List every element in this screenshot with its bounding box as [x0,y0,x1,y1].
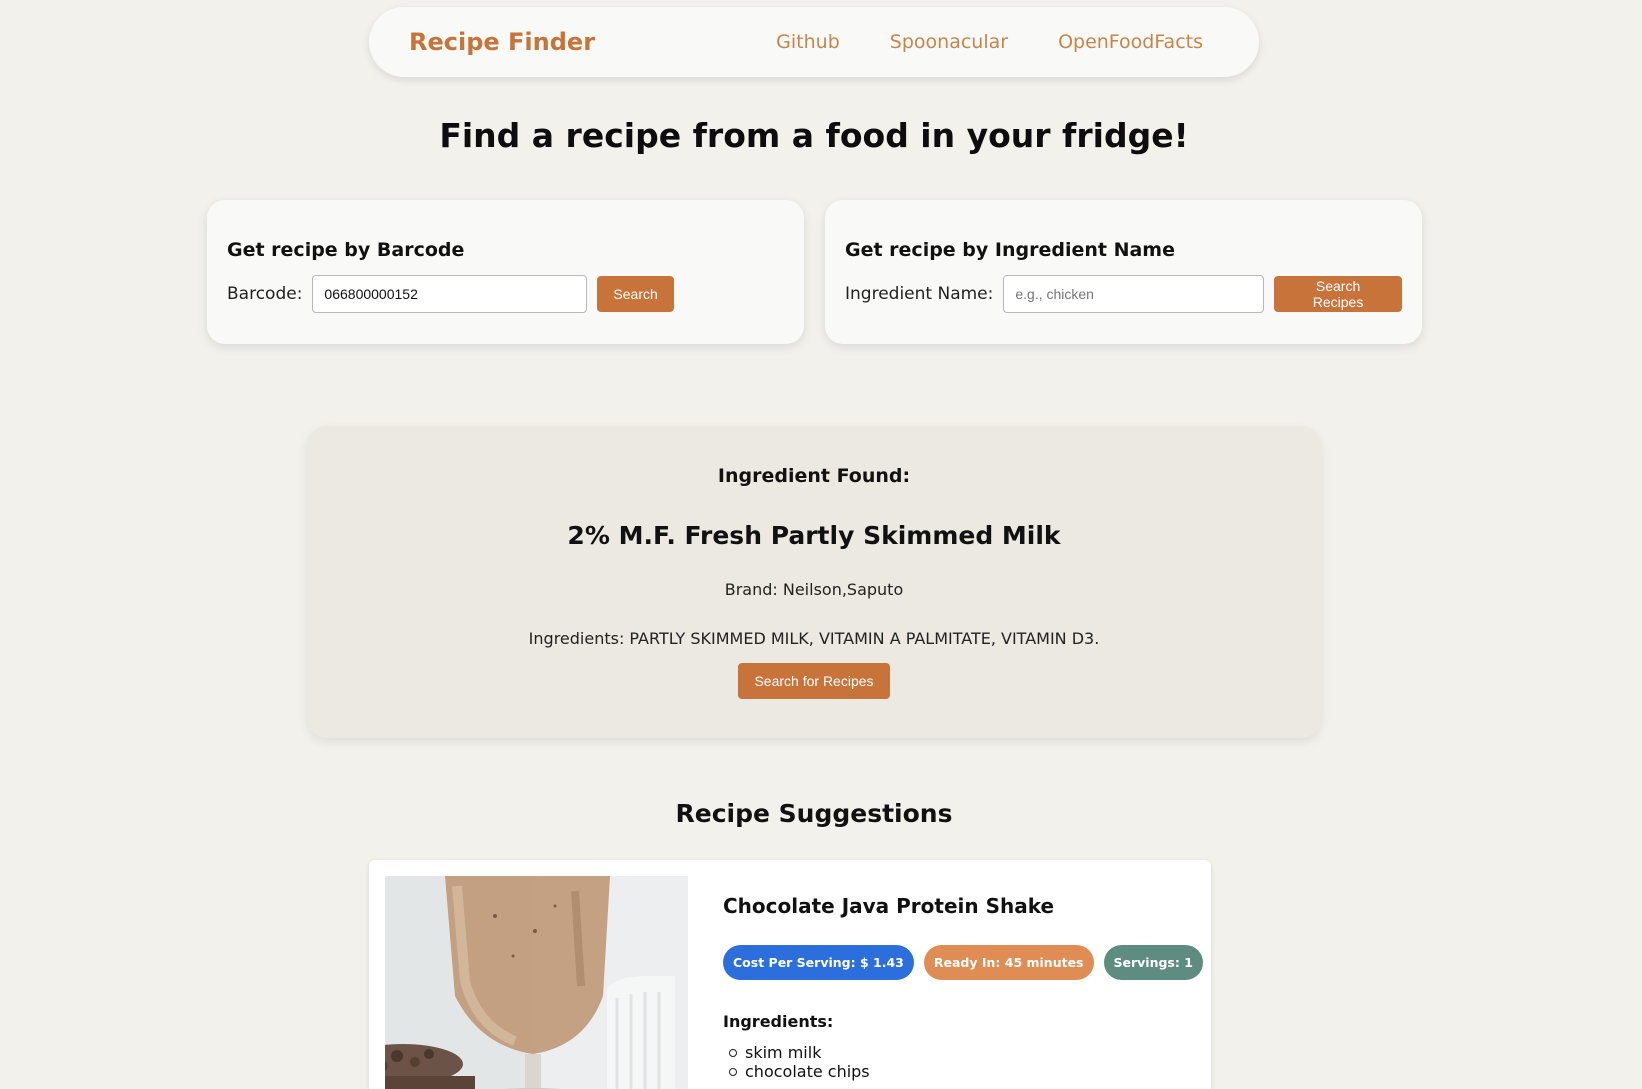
recipe-card[interactable]: Chocolate Java Protein Shake Cost Per Se… [369,860,1211,1089]
nav-link-openfoodfacts[interactable]: OpenFoodFacts [1058,31,1203,53]
navbar: Recipe Finder Github Spoonacular OpenFoo… [369,7,1259,77]
protein-shake-image [385,876,688,1089]
ingredient-text: skim milk [745,1043,822,1062]
bullet-icon [729,1067,737,1076]
nav-link-github[interactable]: Github [776,31,840,53]
nav-link-spoonacular[interactable]: Spoonacular [890,31,1008,53]
ingredient-found-label: Ingredient Found: [717,465,911,487]
ready-in-badge: Ready In: 45 minutes [923,945,1094,980]
list-item: chocolate chips [723,1062,870,1081]
cost-per-serving-badge: Cost Per Serving: $ 1.43 [723,945,914,980]
barcode-search-button[interactable]: Search [597,276,674,312]
ingredient-card-title: Get recipe by Ingredient Name [845,239,1175,261]
recipe-title[interactable]: Chocolate Java Protein Shake [723,894,1054,918]
barcode-input[interactable] [312,275,588,313]
product-name: 2% M.F. Fresh Partly Skimmed Milk [567,521,1061,550]
nav-links: Github Spoonacular OpenFoodFacts [776,31,1203,53]
search-recipes-button[interactable]: Search Recipes [1274,276,1402,312]
servings-badge: Servings: 1 [1103,945,1203,980]
ingredient-search-card: Get recipe by Ingredient Name Ingredient… [825,200,1422,344]
ingredient-name-input[interactable] [1003,275,1265,313]
ingredient-found-panel: Ingredient Found: 2% M.F. Fresh Partly S… [307,426,1321,738]
recipe-badges: Cost Per Serving: $ 1.43 Ready In: 45 mi… [723,945,1203,980]
search-for-recipes-button[interactable]: Search for Recipes [738,663,890,699]
page-headline: Find a recipe from a food in your fridge… [439,116,1189,155]
barcode-row: Barcode: Search [227,275,784,313]
brand-logo[interactable]: Recipe Finder [409,28,595,56]
ingredient-row: Ingredient Name: Search Recipes [845,275,1402,313]
recipe-image [385,876,688,1089]
list-item: skim milk [723,1043,870,1062]
recipe-ingredients-heading: Ingredients: [723,1012,834,1031]
recipe-suggestions-title: Recipe Suggestions [675,799,953,828]
recipe-ingredients-list: skim milk chocolate chips [723,1043,870,1081]
barcode-label: Barcode: [227,284,303,304]
ingredient-text: chocolate chips [745,1062,870,1081]
barcode-card-title: Get recipe by Barcode [227,239,465,261]
product-ingredients: Ingredients: PARTLY SKIMMED MILK, VITAMI… [528,629,1100,648]
barcode-search-card: Get recipe by Barcode Barcode: Search [207,200,804,344]
bullet-icon [729,1048,737,1057]
ingredient-name-label: Ingredient Name: [845,284,994,304]
product-brand: Brand: Neilson,Saputo [724,580,904,599]
